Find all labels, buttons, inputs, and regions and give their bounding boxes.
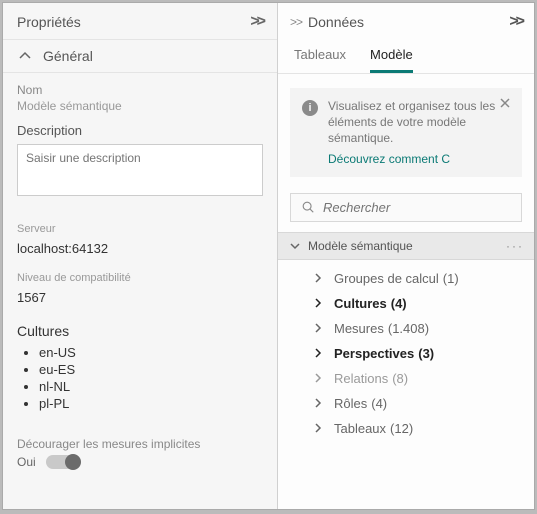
tree-item-count: (1): [443, 271, 459, 286]
tree-root[interactable]: Modèle sémantique ···: [278, 232, 534, 260]
chevron-right-icon: [312, 422, 324, 434]
tab-tableaux[interactable]: Tableaux: [294, 47, 346, 73]
server-value: localhost:64132: [3, 237, 277, 258]
tree: Groupes de calcul (1)Cultures (4)Mesures…: [278, 260, 534, 447]
data-title: Données: [308, 14, 364, 30]
tree-item[interactable]: Mesures (1.408): [278, 316, 534, 341]
list-item: en-US: [39, 345, 263, 360]
expand-data-icon[interactable]: >>: [509, 13, 522, 31]
chevron-up-icon: [17, 48, 33, 64]
tree-item[interactable]: Tableaux (12): [278, 416, 534, 441]
tree-item[interactable]: Perspectives (3): [278, 341, 534, 366]
toggle-knob: [65, 454, 81, 470]
tree-item-label: Cultures: [334, 296, 387, 311]
data-panel: >> Données >> Tableaux Modèle i Visualis…: [278, 3, 534, 509]
tab-modele[interactable]: Modèle: [370, 47, 413, 73]
chevron-right-icon: [312, 372, 324, 384]
server-label: Serveur: [3, 209, 277, 237]
properties-header: Propriétés >>: [3, 3, 277, 39]
cultures-list: en-US eu-ES nl-NL pl-PL: [3, 343, 277, 417]
chevron-right-icon: [312, 297, 324, 309]
info-line2: éléments de votre modèle sémantique.: [328, 115, 466, 145]
data-tabs: Tableaux Modèle: [278, 39, 534, 74]
tree-item-count: (3): [418, 346, 434, 361]
tree-item-label: Relations: [334, 371, 388, 386]
general-label: Général: [43, 48, 93, 64]
info-link[interactable]: Découvrez comment C: [328, 151, 510, 167]
compat-label: Niveau de compatibilité: [3, 258, 277, 286]
tree-item-label: Mesures: [334, 321, 384, 336]
search-input[interactable]: [323, 200, 511, 215]
info-line1: Visualisez et organisez tous les: [328, 99, 495, 113]
tree-item-label: Rôles: [334, 396, 367, 411]
name-label: Nom: [17, 83, 263, 97]
tree-item-count: (12): [390, 421, 413, 436]
info-banner: i Visualisez et organisez tous les éléme…: [290, 88, 522, 177]
description-input[interactable]: [17, 144, 263, 196]
discourage-value-label: Oui: [17, 455, 36, 469]
tree-item-label: Perspectives: [334, 346, 414, 361]
search-icon: [301, 200, 315, 214]
tree-item-label: Groupes de calcul: [334, 271, 439, 286]
tree-item[interactable]: Cultures (4): [278, 291, 534, 316]
tree-item-count: (4): [371, 396, 387, 411]
chevron-right-icon: [312, 397, 324, 409]
discourage-label: Décourager les mesures implicites: [3, 417, 277, 455]
tree-item[interactable]: Groupes de calcul (1): [278, 266, 534, 291]
chevron-right-icon: [312, 347, 324, 359]
list-item: pl-PL: [39, 396, 263, 411]
tree-item-count: (1.408): [388, 321, 429, 336]
tree-item[interactable]: Rôles (4): [278, 391, 534, 416]
chevron-down-icon: [288, 239, 302, 253]
cultures-label: Cultures: [3, 307, 277, 343]
list-item: eu-ES: [39, 362, 263, 377]
properties-title: Propriétés: [17, 14, 81, 30]
description-label: Description: [3, 119, 277, 144]
search-box[interactable]: [290, 193, 522, 222]
compat-value: 1567: [3, 286, 277, 307]
tree-root-label: Modèle sémantique: [308, 239, 413, 253]
name-value: Modèle sémantique: [17, 99, 263, 113]
chevron-right-icon: [312, 322, 324, 334]
list-item: nl-NL: [39, 379, 263, 394]
properties-panel: Propriétés >> Général Nom Modèle sémanti…: [3, 3, 278, 509]
general-section-header[interactable]: Général: [3, 40, 277, 72]
tree-item[interactable]: Relations (8): [278, 366, 534, 391]
collapse-properties-icon[interactable]: >>: [250, 13, 263, 31]
data-header: >> Données >>: [278, 3, 534, 39]
tree-item-count: (4): [391, 296, 407, 311]
collapse-data-icon[interactable]: >>: [290, 15, 302, 29]
chevron-right-icon: [312, 272, 324, 284]
tree-item-label: Tableaux: [334, 421, 386, 436]
info-icon: i: [302, 100, 318, 116]
close-icon[interactable]: [498, 96, 512, 113]
tree-item-count: (8): [392, 371, 408, 386]
more-icon[interactable]: ···: [506, 239, 524, 253]
discourage-toggle[interactable]: [46, 455, 80, 469]
